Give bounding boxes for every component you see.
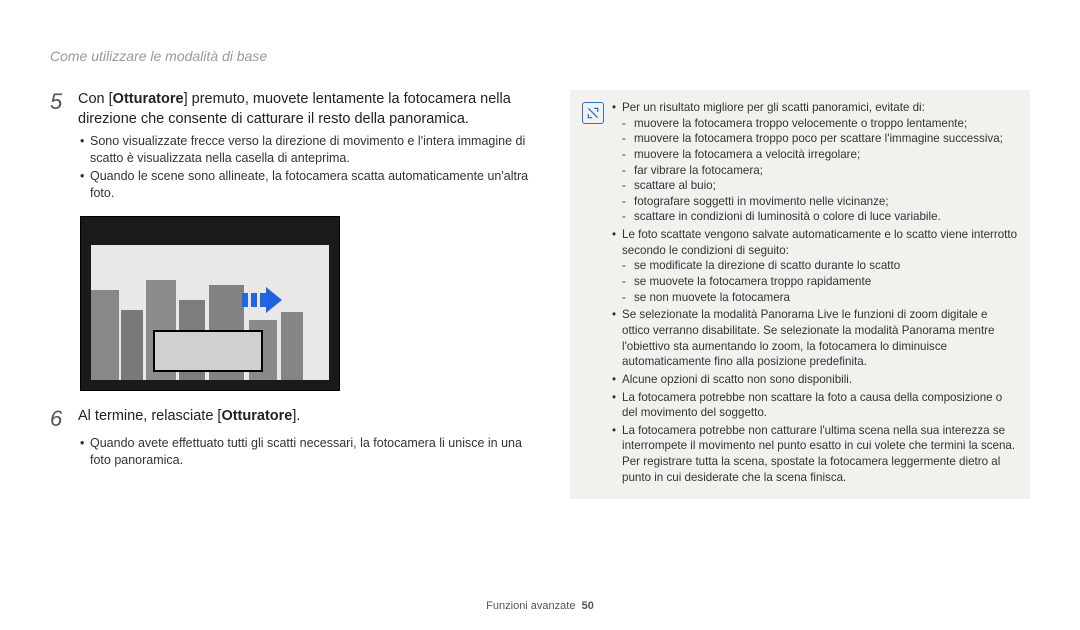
list-item: scattare in condizioni di luminosità o c… — [622, 209, 1018, 225]
list-item: Quando avete effettuato tutti gli scatti… — [80, 435, 540, 469]
list-item: Quando le scene sono allineate, la fotoc… — [80, 168, 540, 202]
note-icon — [582, 102, 604, 124]
step-6-text-bold: Otturatore — [221, 408, 292, 424]
step-5-number: 5 — [50, 90, 68, 114]
note-1-dash-list: muovere la fotocamera troppo velocemente… — [622, 116, 1018, 225]
step-5-text-bold: Otturatore — [113, 91, 184, 107]
list-item: se modificate la direzione di scatto dur… — [622, 258, 1018, 274]
step-6-text: Al termine, relasciate [Otturatore]. — [78, 407, 300, 427]
content-area: 5 Con [Otturatore] premuto, muovete lent… — [50, 90, 1030, 499]
list-item: La fotocamera potrebbe non scattare la f… — [612, 390, 1018, 421]
note-2-dash-list: se modificate la direzione di scatto dur… — [622, 258, 1018, 305]
footer-label: Funzioni avanzate — [486, 600, 575, 612]
illustration-sky — [91, 245, 329, 380]
right-column: Per un risultato migliore per gli scatti… — [570, 90, 1030, 499]
step-5: 5 Con [Otturatore] premuto, muovete lent… — [50, 90, 540, 202]
preview-box — [153, 330, 263, 372]
list-item: se muovete la fotocamera troppo rapidame… — [622, 274, 1018, 290]
step-5-bullets: Sono visualizzate frecce verso la direzi… — [80, 133, 540, 202]
building-shape — [281, 312, 303, 380]
list-item: Se selezionate la modalità Panorama Live… — [612, 307, 1018, 370]
list-item: Le foto scattate vengono salvate automat… — [612, 227, 1018, 305]
building-shape — [91, 290, 119, 380]
note-2-lead: Le foto scattate vengono salvate automat… — [622, 228, 1017, 257]
list-item: Per un risultato migliore per gli scatti… — [612, 100, 1018, 225]
step-6-text-c: ]. — [292, 408, 300, 424]
panorama-illustration — [80, 216, 340, 391]
step-5-text: Con [Otturatore] premuto, muovete lentam… — [78, 90, 540, 129]
page-footer: Funzioni avanzate 50 — [0, 600, 1080, 612]
step-5-text-a: Con [ — [78, 91, 113, 107]
step-6: 6 Al termine, relasciate [Otturatore]. Q… — [50, 407, 540, 469]
note-list: Per un risultato migliore per gli scatti… — [612, 100, 1018, 487]
list-item: muovere la fotocamera troppo poco per sc… — [622, 131, 1018, 147]
step-6-text-a: Al termine, relasciate [ — [78, 408, 221, 424]
step-6-number: 6 — [50, 407, 68, 431]
note-box: Per un risultato migliore per gli scatti… — [570, 90, 1030, 499]
building-shape — [121, 310, 143, 380]
list-item: Sono visualizzate frecce verso la direzi… — [80, 133, 540, 167]
list-item: far vibrare la fotocamera; — [622, 163, 1018, 179]
list-item: se non muovete la fotocamera — [622, 290, 1018, 306]
page-number: 50 — [582, 600, 594, 612]
list-item: scattare al buio; — [622, 178, 1018, 194]
list-item: fotografare soggetti in movimento nelle … — [622, 194, 1018, 210]
step-6-bullets: Quando avete effettuato tutti gli scatti… — [80, 435, 540, 469]
list-item: La fotocamera potrebbe non catturare l'u… — [612, 423, 1018, 486]
note-1-lead: Per un risultato migliore per gli scatti… — [622, 101, 925, 114]
list-item: muovere la fotocamera a velocità irregol… — [622, 147, 1018, 163]
section-header: Come utilizzare le modalità di base — [50, 48, 267, 64]
left-column: 5 Con [Otturatore] premuto, muovete lent… — [50, 90, 540, 499]
list-item: Alcune opzioni di scatto non sono dispon… — [612, 372, 1018, 388]
list-item: muovere la fotocamera troppo velocemente… — [622, 116, 1018, 132]
